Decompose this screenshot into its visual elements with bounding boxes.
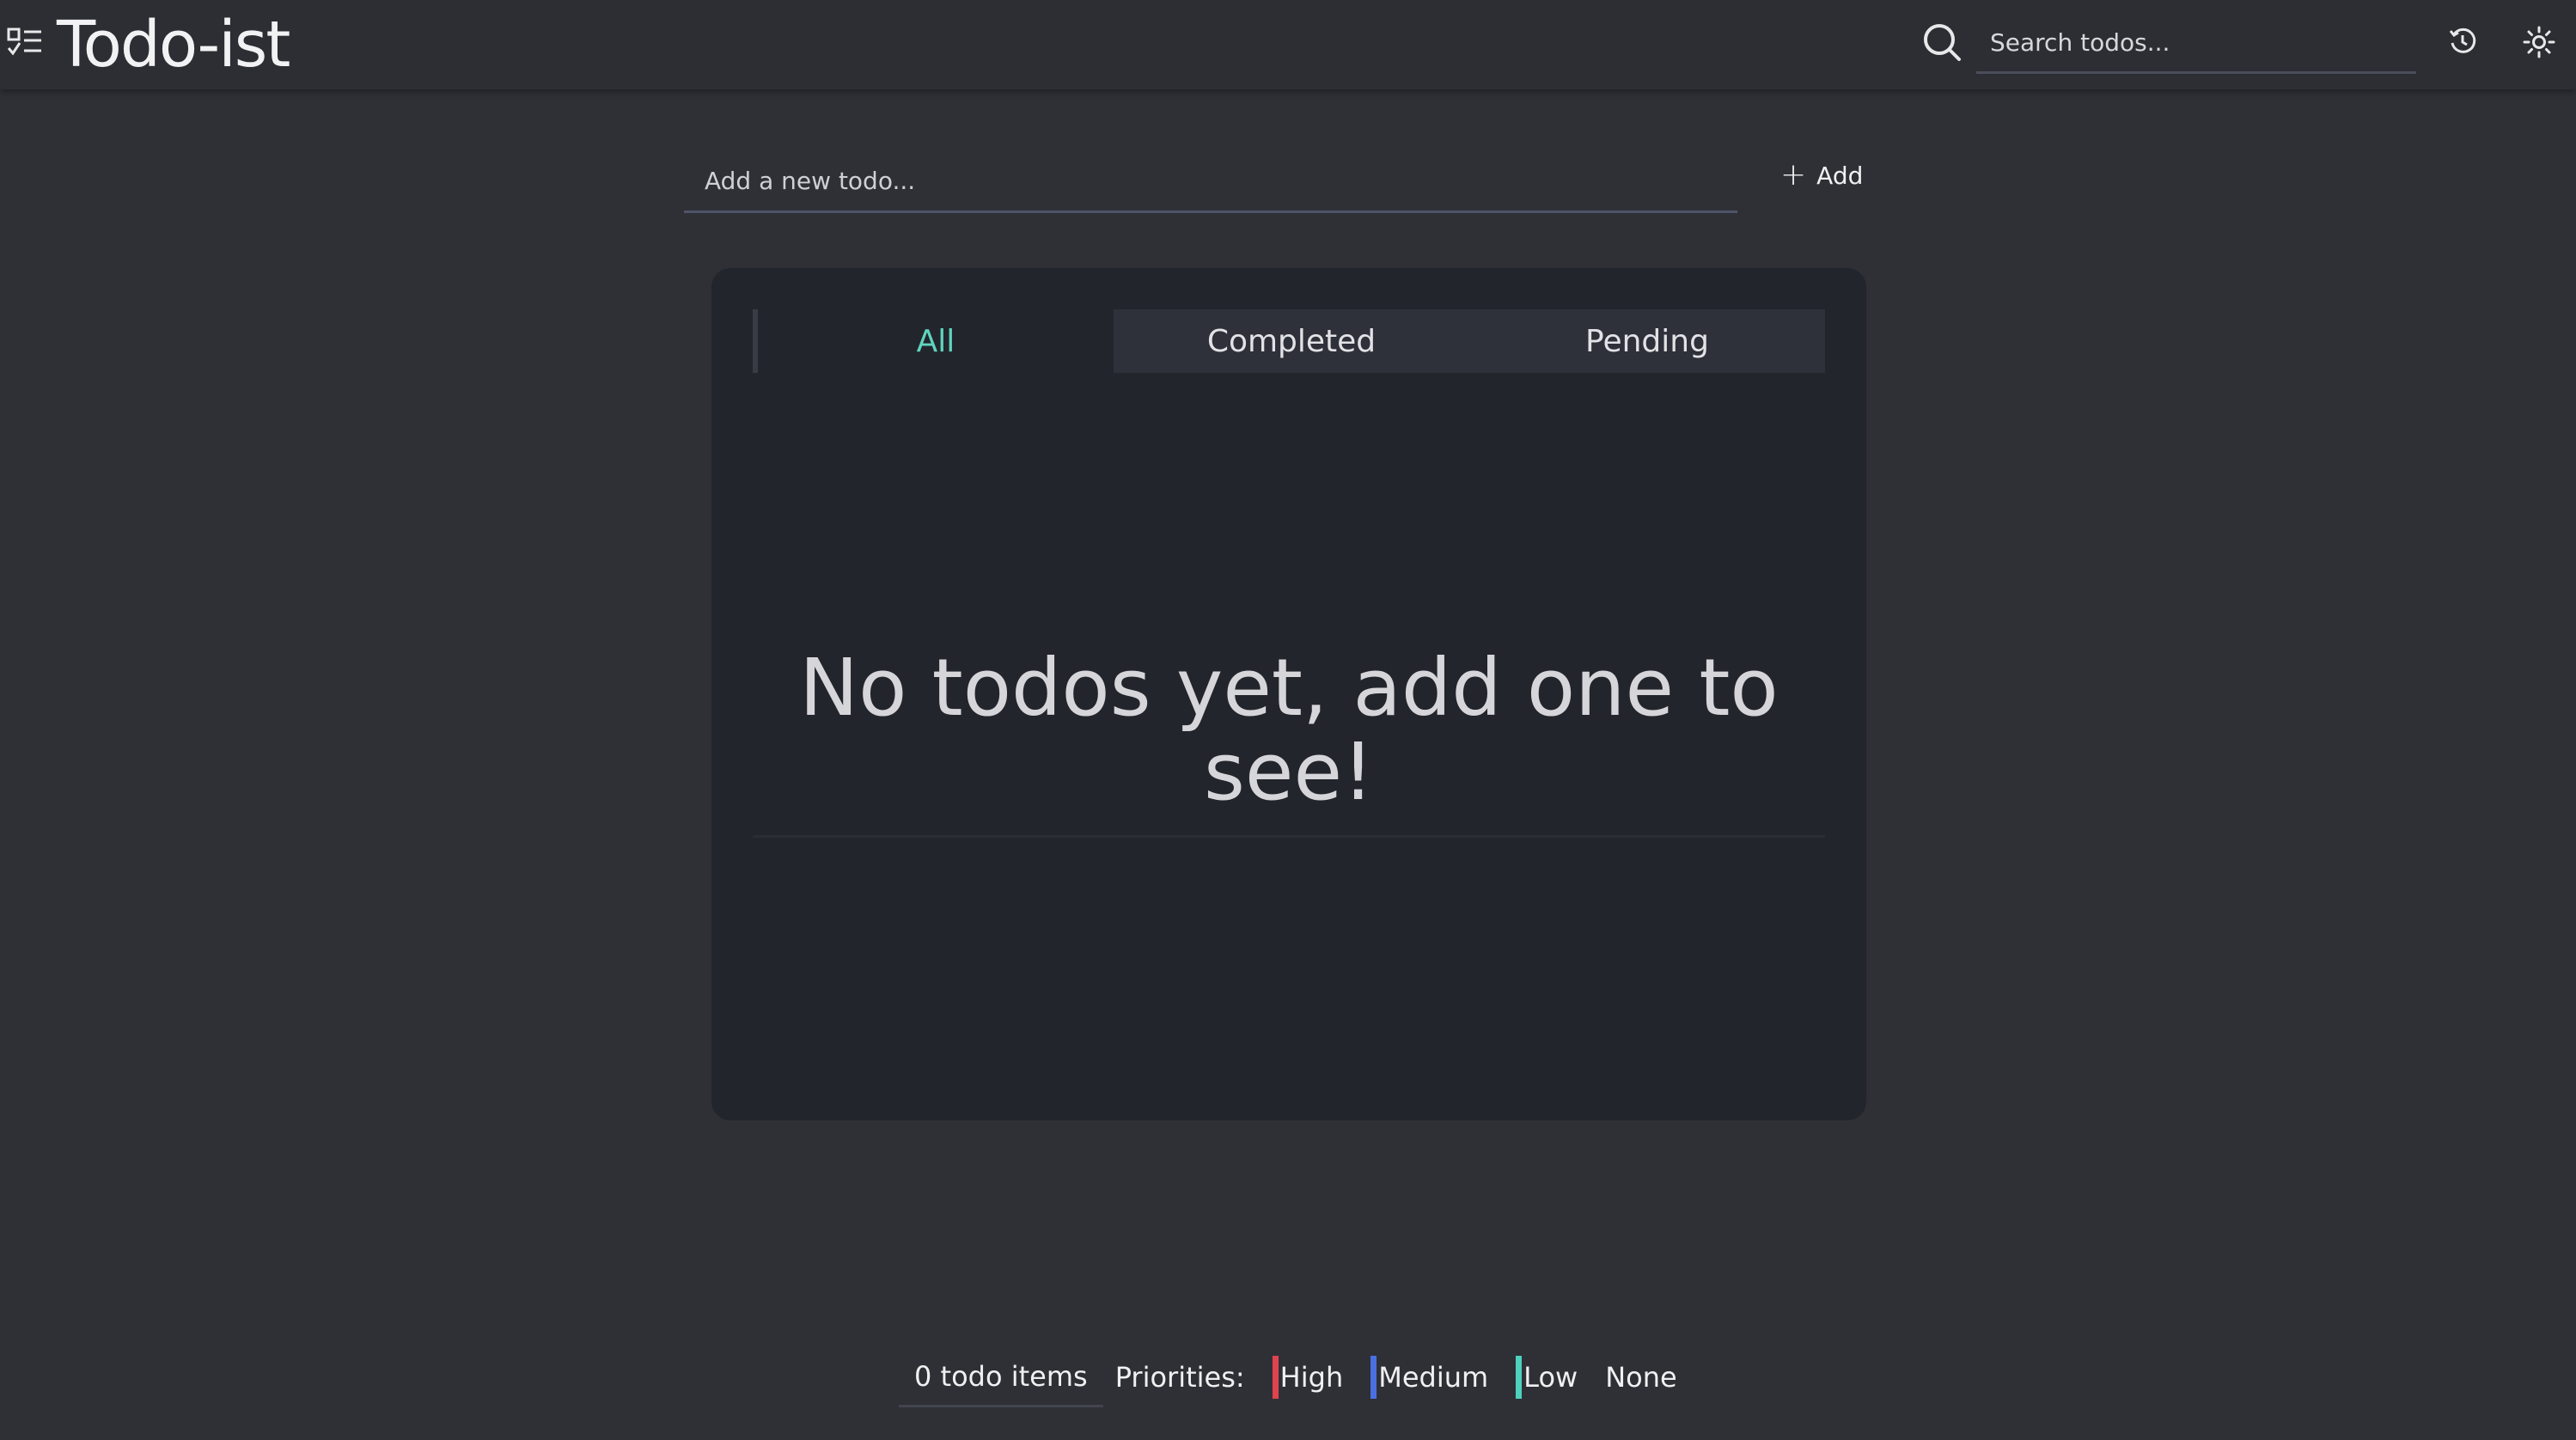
priority-none: None (1605, 1361, 1676, 1394)
add-button-label: Add (1816, 161, 1864, 190)
priority-low-swatch (1516, 1356, 1523, 1399)
search-input[interactable] (1976, 14, 2416, 74)
priority-medium-swatch (1370, 1356, 1377, 1399)
priorities-label: Priorities: (1114, 1361, 1245, 1394)
tab-all[interactable]: All (753, 309, 1114, 373)
filter-tabs: All Completed Pending (753, 309, 1825, 373)
priority-low: Low (1516, 1356, 1578, 1399)
new-todo-input[interactable] (684, 151, 1737, 213)
priority-medium: Medium (1370, 1356, 1488, 1399)
divider (753, 835, 1825, 838)
priority-high-label: High (1279, 1361, 1344, 1394)
checklist-menu-icon[interactable] (7, 26, 43, 60)
priority-high-swatch (1272, 1356, 1279, 1399)
add-todo-button[interactable]: + Add (1770, 151, 1877, 199)
todo-count: 0 todo items (899, 1347, 1103, 1407)
tab-pending[interactable]: Pending (1469, 309, 1825, 373)
priority-high: High (1272, 1356, 1344, 1399)
todo-list-card: All Completed Pending No todos yet, add … (711, 268, 1866, 1120)
app-header: Todo-ist (0, 0, 2576, 89)
theme-toggle-icon[interactable] (2523, 26, 2555, 58)
history-icon[interactable] (2447, 26, 2478, 57)
priority-medium-label: Medium (1378, 1361, 1489, 1394)
status-footer: 0 todo items Priorities: High Medium Low… (899, 1347, 1705, 1407)
empty-state-message: No todos yet, add one to see! (799, 642, 1779, 818)
plus-icon: + (1780, 157, 1807, 192)
priority-low-label: Low (1523, 1361, 1578, 1394)
priority-none-label: None (1605, 1361, 1677, 1394)
app-title: Todo-ist (57, 8, 290, 82)
search-icon[interactable] (1921, 21, 1963, 63)
tab-completed[interactable]: Completed (1114, 309, 1469, 373)
